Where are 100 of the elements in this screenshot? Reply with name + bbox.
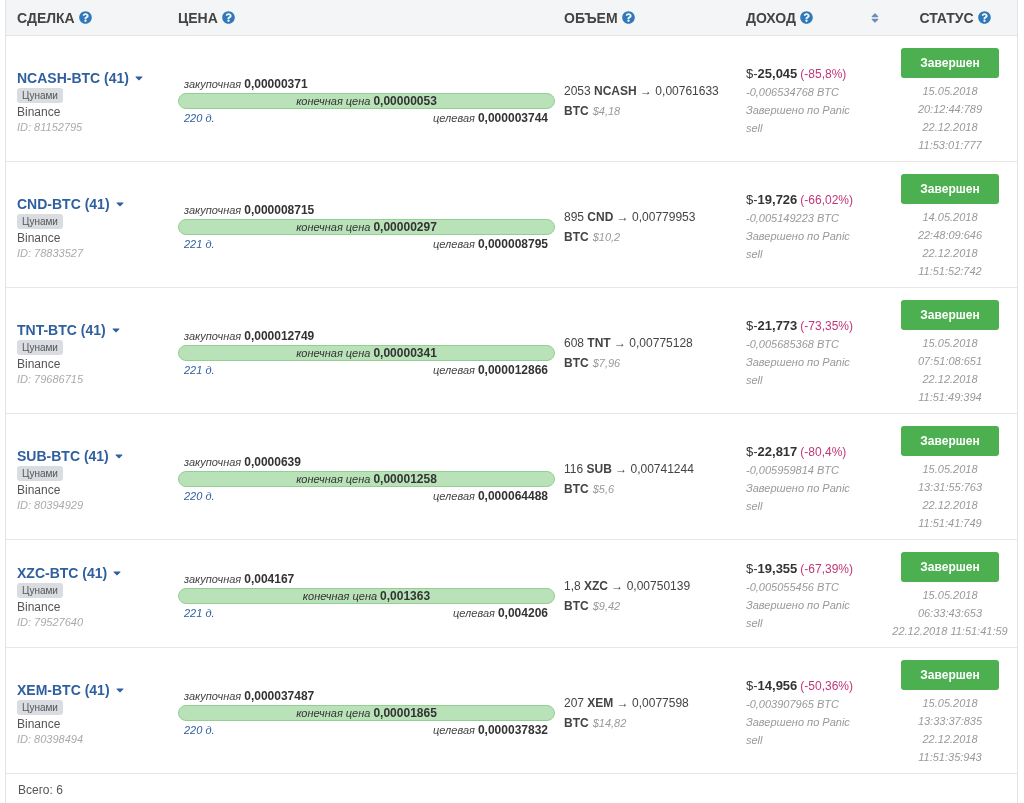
trade-id: ID: 79686715 <box>17 372 84 385</box>
exchange-name: Binance <box>17 482 61 497</box>
help-icon[interactable] <box>221 11 235 24</box>
target-price: целевая 0,000064488 <box>433 489 548 503</box>
column-header: ЦЕНА <box>178 9 218 26</box>
help-icon[interactable] <box>977 11 991 24</box>
date-text: 22.12.2018 <box>922 498 978 513</box>
profit-btc: -0,003907965 BTC <box>746 697 840 712</box>
date-text: 13:31:55:763 <box>917 480 983 495</box>
column-header: СТАТУС <box>919 9 974 26</box>
trade-id: ID: 78833527 <box>17 246 84 259</box>
strategy-tag: Цунами <box>17 339 63 355</box>
help-icon[interactable] <box>621 11 635 24</box>
buy-price: закупочная 0,000012749 <box>184 329 315 343</box>
profit-amount: $-21,773 <box>746 318 798 333</box>
date-text: 13:33:37:835 <box>917 714 983 729</box>
profit-btc: -0,005149223 BTC <box>746 211 840 226</box>
profit-percent: (-67,39%) <box>800 562 853 576</box>
date-text: 15.05.2018 <box>922 84 978 99</box>
profit-percent: (-73,35%) <box>800 319 853 333</box>
pair-link[interactable]: CND-BTC (41) <box>17 195 126 212</box>
date-text: 22.12.2018 11:51:41:59 <box>892 624 1008 639</box>
duration-text: 221 д. <box>184 607 215 619</box>
strategy-tag: Цунами <box>17 87 63 103</box>
buy-price: закупочная 0,000037487 <box>184 689 315 703</box>
duration-text: 220 д. <box>184 724 215 736</box>
date-text: 11:51:52:742 <box>918 264 982 279</box>
sort-icon[interactable] <box>869 11 881 24</box>
duration-text: 221 д. <box>184 364 215 376</box>
exchange-name: Binance <box>17 356 61 371</box>
buy-price: закупочная 0,000008715 <box>184 203 315 217</box>
date-text: 11:51:49:394 <box>918 390 982 405</box>
column-header: ДОХОД <box>746 9 796 26</box>
trade-id: ID: 81152795 <box>17 120 83 133</box>
close-note: Завершено по Panic sell <box>746 715 851 748</box>
profit-percent: (-80,4%) <box>800 445 847 459</box>
strategy-tag: Цунами <box>17 699 63 715</box>
final-price-bar: конечная цена 0,00000053 <box>178 93 555 109</box>
pair-link[interactable]: XEM-BTC (41) <box>17 681 126 698</box>
column-header: СДЕЛКА <box>17 9 75 26</box>
exchange-name: Binance <box>17 716 61 731</box>
date-text: 11:51:41:749 <box>918 516 982 531</box>
profit-btc: -0,005685368 BTC <box>746 337 840 352</box>
close-note: Завершено по Panic sell <box>746 229 851 262</box>
final-price-bar: конечная цена 0,00001258 <box>178 471 555 487</box>
date-text: 14.05.2018 <box>922 210 978 225</box>
volume-text: 608 TNT → 0,00775128 BTC $7,96 <box>564 336 693 370</box>
date-text: 15.05.2018 <box>922 336 978 351</box>
pair-link[interactable]: NCASH-BTC (41) <box>17 69 145 86</box>
volume-text: 207 XEM → 0,0077598 BTC $14,82 <box>564 696 689 730</box>
profit-btc: -0,005055456 BTC <box>746 580 840 595</box>
date-text: 22.12.2018 <box>922 246 978 261</box>
profit-amount: $-22,817 <box>746 444 798 459</box>
profit-btc: -0,005959814 BTC <box>746 463 840 478</box>
trade-id: ID: 80398494 <box>17 732 84 745</box>
trade-id: ID: 79527640 <box>17 615 84 628</box>
close-note: Завершено по Panic sell <box>746 598 851 631</box>
volume-text: 2053 NCASH → 0,00761633 BTC $4,18 <box>564 84 719 118</box>
final-price-bar: конечная цена 0,00000341 <box>178 345 555 361</box>
date-text: 11:51:35:943 <box>918 750 982 765</box>
volume-text: 1,8 XZC → 0,00750139 BTC $9,42 <box>564 579 691 613</box>
volume-text: 895 CND → 0,00779953 BTC $10,2 <box>564 210 696 244</box>
final-price-bar: конечная цена 0,001363 <box>178 588 555 604</box>
pair-link[interactable]: SUB-BTC (41) <box>17 447 125 464</box>
pair-link[interactable]: XZC-BTC (41) <box>17 564 124 581</box>
date-text: 11:53:01:777 <box>918 138 982 153</box>
close-note: Завершено по Panic sell <box>746 103 851 136</box>
target-price: целевая 0,000037832 <box>433 723 548 737</box>
final-price-bar: конечная цена 0,00001865 <box>178 705 555 721</box>
target-price: целевая 0,004206 <box>453 606 548 620</box>
buy-price: закупочная 0,00000371 <box>184 77 308 91</box>
target-price: целевая 0,000012866 <box>433 363 548 377</box>
date-text: 15.05.2018 <box>922 588 978 603</box>
profit-btc: -0,006534768 BTC <box>746 85 840 100</box>
buy-price: закупочная 0,004167 <box>184 572 295 586</box>
final-price-bar: конечная цена 0,00000297 <box>178 219 555 235</box>
column-header: ОБЪЕМ <box>564 9 618 26</box>
date-text: 22.12.2018 <box>922 732 978 747</box>
profit-percent: (-50,36%) <box>800 679 853 693</box>
date-text: 22.12.2018 <box>922 120 978 135</box>
duration-text: 221 д. <box>184 238 215 250</box>
date-text: 20:12:44:789 <box>917 102 983 117</box>
exchange-name: Binance <box>17 104 61 119</box>
exchange-name: Binance <box>17 230 61 245</box>
profit-amount: $-19,726 <box>746 192 798 207</box>
profit-percent: (-85,8%) <box>800 67 847 81</box>
help-icon[interactable] <box>800 11 813 24</box>
strategy-tag: Цунами <box>17 582 63 598</box>
pair-link[interactable]: TNT-BTC (41) <box>17 321 122 338</box>
volume-text: 116 SUB → 0,00741244 BTC $5,6 <box>564 462 694 496</box>
date-text: 22.12.2018 <box>922 372 978 387</box>
exchange-name: Binance <box>17 599 61 614</box>
profit-amount: $-14,956 <box>746 678 798 693</box>
target-price: целевая 0,000008795 <box>433 237 548 251</box>
help-icon[interactable] <box>78 11 92 24</box>
profit-amount: $-25,045 <box>746 66 798 81</box>
strategy-tag: Цунами <box>17 465 63 481</box>
profit-percent: (-66,02%) <box>800 193 853 207</box>
close-note: Завершено по Panic sell <box>746 355 851 388</box>
strategy-tag: Цунами <box>17 213 63 229</box>
